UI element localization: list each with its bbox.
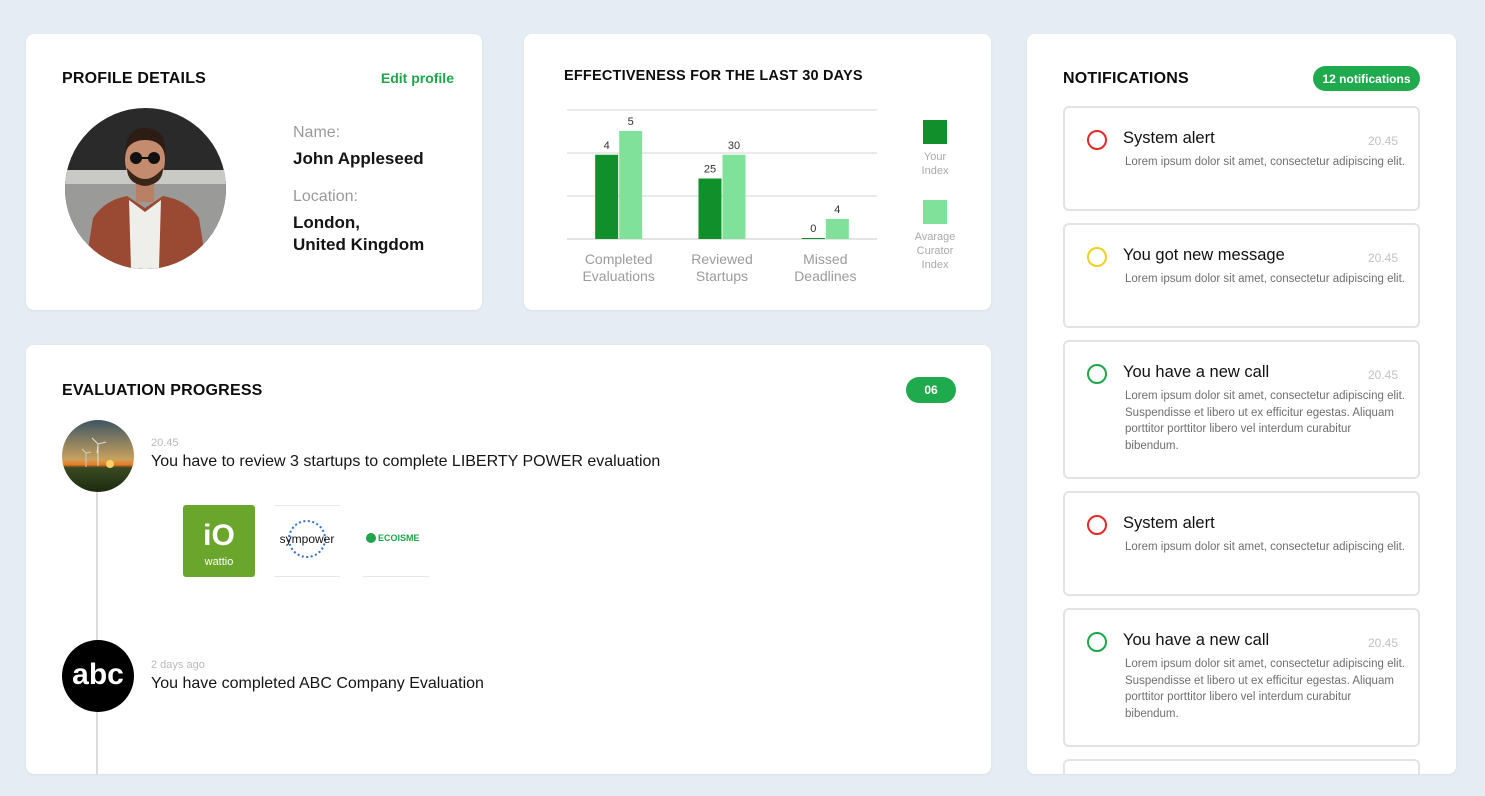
call-status-icon <box>1087 364 1107 384</box>
profile-title: PROFILE DETAILS <box>62 70 207 87</box>
notification-item[interactable]: You have a new call 20.45 Lorem ipsum do… <box>1063 340 1420 479</box>
legend-label: Index <box>922 259 949 271</box>
timeline-text: You have completed ABC Company Evaluatio… <box>151 675 484 692</box>
notification-body: Lorem ipsum dolor sit amet, consectetur … <box>1125 658 1405 721</box>
name-value: John Appleseed <box>293 149 424 168</box>
notification-item[interactable]: You have a new call 20.45 Lorem ipsum do… <box>1063 608 1420 747</box>
notification-title: You got new message <box>1123 246 1285 264</box>
timeline-avatar-abc: abc <box>62 640 134 712</box>
location-country: United Kingdom <box>293 235 425 254</box>
profile-card: PROFILE DETAILS Edit profile Name: John … <box>26 34 482 310</box>
notification-body: Lorem ipsum dolor sit amet, consectetur … <box>1125 156 1405 168</box>
chart-data-label: 25 <box>704 164 716 176</box>
startup-logo-sympower[interactable]: sympower <box>274 505 346 577</box>
chart-bar <box>698 178 722 239</box>
legend-swatch <box>923 200 947 224</box>
legend-label: Index <box>922 165 949 177</box>
notification-item[interactable]: System alert Lorem ipsum dolor sit amet,… <box>1063 491 1420 596</box>
timeline-time: 2 days ago <box>151 659 205 671</box>
timeline-line <box>96 490 98 774</box>
timeline-text: You have to review 3 startups to complet… <box>151 453 661 470</box>
notification-time: 20.45 <box>1367 251 1398 265</box>
startup-logo-ecoisme[interactable]: ECOISME <box>363 505 435 577</box>
evaluation-progress-card: EVALUATION PROGRESS 06 20.45 You have to… <box>26 345 991 774</box>
notification-item[interactable] <box>1063 759 1420 774</box>
chart-data-label: 4 <box>604 140 610 152</box>
chart-data-label: 4 <box>834 204 840 216</box>
notifications-title: NOTIFICATIONS <box>1063 70 1189 87</box>
startup-logo-wattio[interactable]: iO wattio <box>183 505 255 577</box>
call-status-icon <box>1087 632 1107 652</box>
avatar <box>65 108 226 269</box>
chart-category-label: Missed <box>803 251 847 267</box>
location-city: London, <box>293 213 361 232</box>
chart-category-label: Startups <box>696 268 748 284</box>
timeline-time: 20.45 <box>151 437 179 449</box>
chart-category-label: Completed <box>585 251 653 267</box>
chart-data-label: 0 <box>810 223 816 235</box>
progress-title: EVALUATION PROGRESS <box>62 382 263 399</box>
chart-data-label: 30 <box>728 140 740 152</box>
notifications-count-badge[interactable]: 12 notifications <box>1313 66 1420 91</box>
abc-logo-text: abc <box>72 658 124 691</box>
notification-item[interactable]: You got new message 20.45 Lorem ipsum do… <box>1063 223 1420 328</box>
alert-status-icon <box>1087 130 1107 150</box>
name-label: Name: <box>293 124 341 141</box>
notification-time: 20.45 <box>1367 636 1398 650</box>
sympower-wordmark: sympower <box>280 532 335 546</box>
timeline-avatar-windfarm <box>62 420 134 492</box>
chart-bar <box>722 154 746 239</box>
chart-category-label: Reviewed <box>691 251 752 267</box>
legend-label: Curator <box>917 245 954 257</box>
chart-data-label: 5 <box>628 116 634 128</box>
notification-title: System alert <box>1123 129 1215 147</box>
message-status-icon <box>1087 247 1107 267</box>
wattio-wordmark: wattio <box>204 556 234 568</box>
legend-swatch <box>923 120 947 144</box>
chart-bar <box>825 219 849 239</box>
notification-item[interactable]: System alert 20.45 Lorem ipsum dolor sit… <box>1063 106 1420 211</box>
progress-count-badge: 06 <box>906 377 956 403</box>
chart-bar <box>801 238 825 239</box>
notification-time: 20.45 <box>1367 368 1398 382</box>
chart-category-label: Evaluations <box>582 268 654 284</box>
ecoisme-wordmark: ECOISME <box>378 533 420 543</box>
notification-body: Lorem ipsum dolor sit amet, consectetur … <box>1125 390 1405 453</box>
edit-profile-link[interactable]: Edit profile <box>381 70 454 86</box>
notifications-card: NOTIFICATIONS 12 notifications System al… <box>1027 34 1456 774</box>
notification-body: Lorem ipsum dolor sit amet, consectetur … <box>1125 273 1405 285</box>
notification-title: You have a new call <box>1123 631 1270 649</box>
notification-title: You have a new call <box>1123 363 1270 381</box>
notification-body: Lorem ipsum dolor sit amet, consectetur … <box>1125 541 1405 553</box>
effectiveness-card: EFFECTIVENESS FOR THE LAST 30 DAYS 4 5 Com… <box>524 34 991 310</box>
legend-label: Avarage <box>915 231 956 243</box>
chart-bar <box>619 131 643 239</box>
notification-title: System alert <box>1123 514 1215 532</box>
alert-status-icon <box>1087 515 1107 535</box>
chart-bar <box>595 154 619 239</box>
notification-time: 20.45 <box>1367 134 1398 148</box>
wattio-mark: iO <box>203 519 235 552</box>
location-label: Location: <box>293 188 358 205</box>
chart-category-label: Deadlines <box>794 268 856 284</box>
effectiveness-chart: 4 5 CompletedEvaluations 25 30 ReviewedStartu… <box>567 109 956 284</box>
legend-label: Your <box>924 151 947 163</box>
